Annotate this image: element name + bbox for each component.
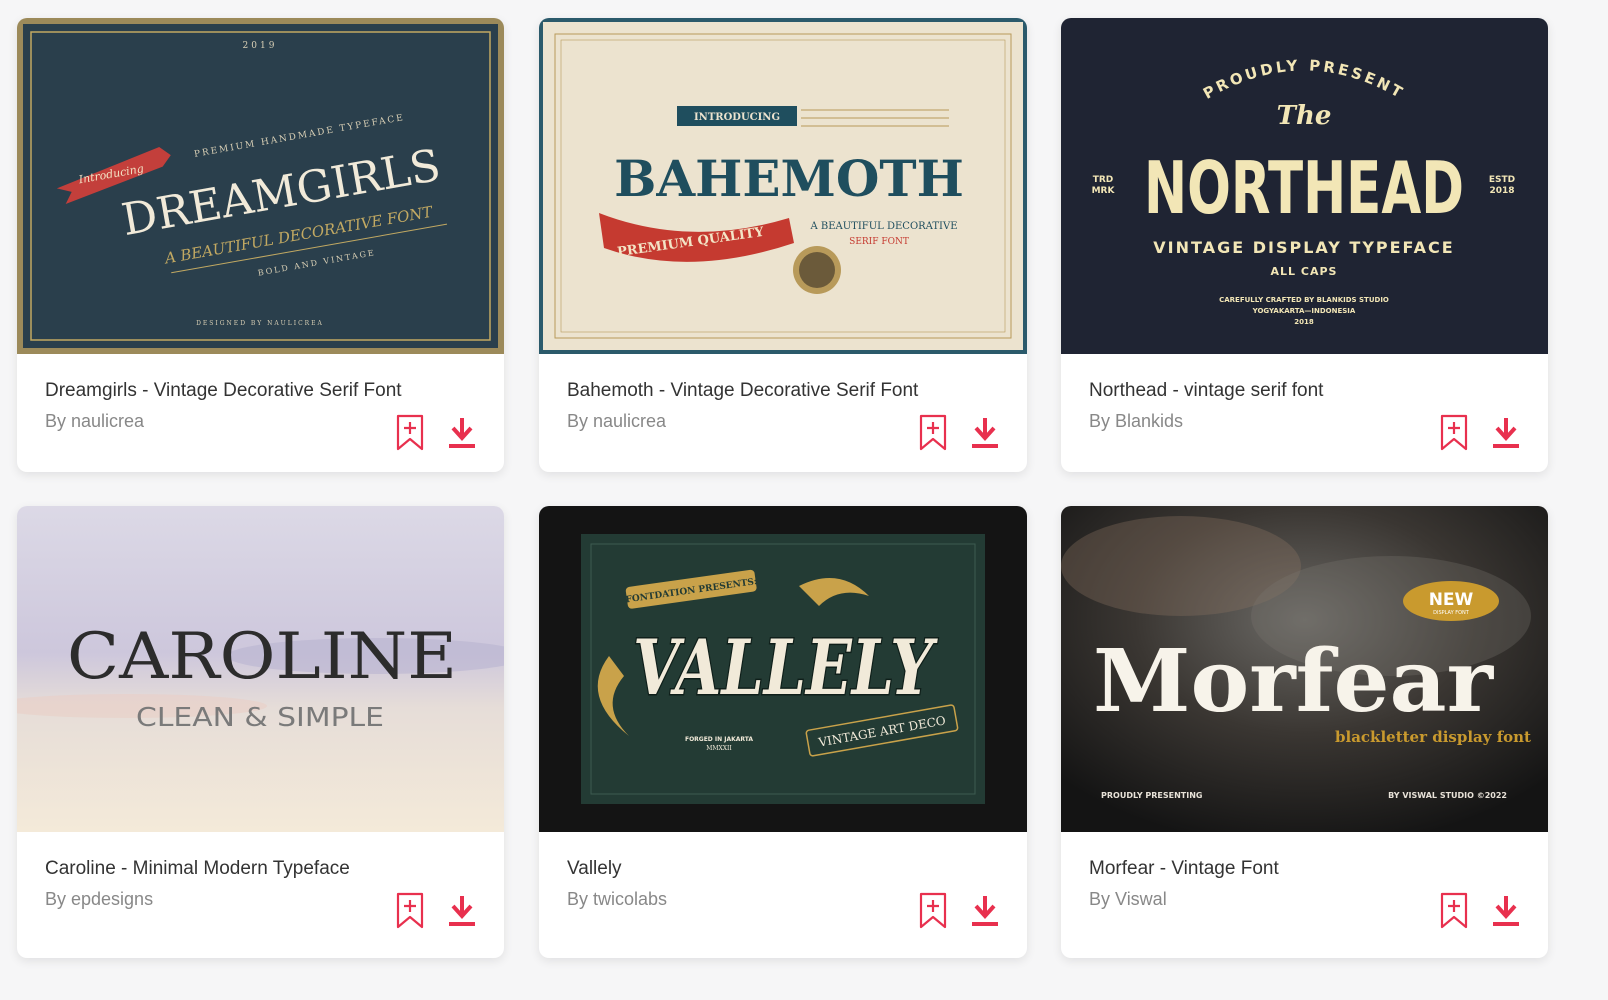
font-title[interactable]: Dreamgirls - Vintage Decorative Serif Fo… xyxy=(45,380,402,402)
font-preview-image[interactable]: FONTDATION PRESENTS: VALLELY VINTAGE ART… xyxy=(539,506,1027,832)
card-info: Dreamgirls - Vintage Decorative Serif Fo… xyxy=(17,354,504,472)
font-author[interactable]: By naulicrea xyxy=(45,411,144,432)
font-author[interactable]: By naulicrea xyxy=(567,411,666,432)
font-author[interactable]: By twicolabs xyxy=(567,889,667,910)
download-icon[interactable] xyxy=(969,416,1001,450)
card-info: Northead - vintage serif font By Blankid… xyxy=(1061,354,1548,472)
download-icon[interactable] xyxy=(969,894,1001,928)
font-title[interactable]: Bahemoth - Vintage Decorative Serif Font xyxy=(567,380,918,402)
preview-subtitle: VINTAGE DISPLAY TYPEFACE xyxy=(1153,238,1454,257)
preview-name: CAROLINE xyxy=(67,620,457,694)
download-icon[interactable] xyxy=(446,894,478,928)
font-card[interactable]: 2019 Introducing PREMIUM HANDMADE TYPEFA… xyxy=(17,18,504,472)
preview-badge-sub: DISPLAY FONT xyxy=(1433,610,1470,616)
preview-left-note: PROUDLY PRESENTING xyxy=(1101,791,1203,800)
preview-name: NORTHEAD xyxy=(1144,146,1464,230)
bookmark-add-icon[interactable] xyxy=(1439,414,1469,452)
font-card[interactable]: FONTDATION PRESENTS: VALLELY VINTAGE ART… xyxy=(539,506,1027,958)
download-icon[interactable] xyxy=(446,416,478,450)
preview-badge: NEW xyxy=(1429,590,1474,610)
font-card[interactable]: NEW DISPLAY FONT Morfear blackletter dis… xyxy=(1061,506,1548,958)
preview-name: VALLELY xyxy=(633,623,938,712)
card-info: Morfear - Vintage Font By Viswal xyxy=(1061,832,1548,958)
preview-year: 2018 xyxy=(1294,318,1314,326)
preview-right-note: BY VISWAL STUDIO ©2022 xyxy=(1388,791,1507,800)
preview-note: FORGED IN JAKARTA xyxy=(685,736,753,743)
preview-name: Morfear xyxy=(1093,631,1495,732)
font-card[interactable]: CAROLINE CLEAN & SIMPLE Caroline - Minim… xyxy=(17,506,504,958)
font-preview-image[interactable]: NEW DISPLAY FONT Morfear blackletter dis… xyxy=(1061,506,1548,832)
preview-badge: INTRODUCING xyxy=(694,112,780,123)
preview-left-mark-2: MRK xyxy=(1092,186,1116,196)
download-icon[interactable] xyxy=(1490,416,1522,450)
font-author[interactable]: By epdesigns xyxy=(45,889,153,910)
bookmark-add-icon[interactable] xyxy=(918,414,948,452)
font-grid: 2019 Introducing PREMIUM HANDMADE TYPEFA… xyxy=(0,0,1608,1000)
preview-note-2: MMXXII xyxy=(706,745,732,752)
preview-right-mark: ESTD xyxy=(1489,175,1515,185)
preview-credit-2: YOGYAKARTA—INDONESIA xyxy=(1252,307,1356,315)
preview-credit: CAREFULLY CRAFTED BY BLANKIDS STUDIO xyxy=(1219,296,1389,304)
preview-subtitle: A BEAUTIFUL DECORATIVE xyxy=(809,221,957,232)
card-info: Bahemoth - Vintage Decorative Serif Font… xyxy=(539,354,1027,472)
card-info: Caroline - Minimal Modern Typeface By ep… xyxy=(17,832,504,958)
preview-right-mark-2: 2018 xyxy=(1489,186,1514,196)
preview-caps: ALL CAPS xyxy=(1271,265,1338,278)
card-info: Vallely By twicolabs xyxy=(539,832,1027,958)
font-preview-image[interactable]: PROUDLY PRESENT The NORTHEAD TRD MRK EST… xyxy=(1061,18,1548,354)
preview-subtitle: CLEAN & SIMPLE xyxy=(136,703,384,733)
bookmark-add-icon[interactable] xyxy=(1439,892,1469,930)
font-preview-image[interactable]: 2019 Introducing PREMIUM HANDMADE TYPEFA… xyxy=(17,18,504,354)
preview-the: The xyxy=(1277,101,1332,131)
preview-subtitle-2: SERIF FONT xyxy=(849,237,909,247)
font-card[interactable]: INTRODUCING BAHEMOTH PREMIUM QUALITY A B… xyxy=(539,18,1027,472)
preview-year: 2019 xyxy=(243,41,278,51)
bookmark-add-icon[interactable] xyxy=(395,414,425,452)
font-title[interactable]: Northead - vintage serif font xyxy=(1089,380,1323,402)
download-icon[interactable] xyxy=(1490,894,1522,928)
font-author[interactable]: By Blankids xyxy=(1089,411,1183,432)
font-card[interactable]: PROUDLY PRESENT The NORTHEAD TRD MRK EST… xyxy=(1061,18,1548,472)
font-preview-image[interactable]: CAROLINE CLEAN & SIMPLE xyxy=(17,506,504,832)
preview-left-mark: TRD xyxy=(1093,175,1114,185)
preview-credit: DESIGNED BY NAULICREA xyxy=(196,320,324,327)
bookmark-add-icon[interactable] xyxy=(395,892,425,930)
preview-name: BAHEMOTH xyxy=(614,149,964,208)
preview-subtitle: blackletter display font xyxy=(1335,728,1531,746)
font-title[interactable]: Vallely xyxy=(567,858,622,880)
font-author[interactable]: By Viswal xyxy=(1089,889,1167,910)
bookmark-add-icon[interactable] xyxy=(918,892,948,930)
font-title[interactable]: Morfear - Vintage Font xyxy=(1089,858,1279,880)
font-preview-image[interactable]: INTRODUCING BAHEMOTH PREMIUM QUALITY A B… xyxy=(539,18,1027,354)
font-title[interactable]: Caroline - Minimal Modern Typeface xyxy=(45,858,350,880)
